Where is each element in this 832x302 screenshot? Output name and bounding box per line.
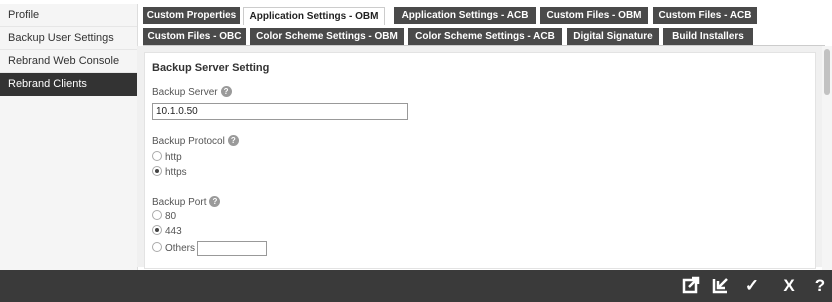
- radio-http-label: http: [165, 152, 182, 163]
- tab-custom-properties[interactable]: Custom Properties: [143, 7, 240, 24]
- help-icon[interactable]: ?: [209, 196, 221, 207]
- import-icon[interactable]: [711, 276, 731, 296]
- sidebar-item-rebrand-web-console[interactable]: Rebrand Web Console: [0, 50, 137, 73]
- save-check-icon[interactable]: ✓: [742, 276, 762, 296]
- cancel-x-icon[interactable]: X: [779, 276, 799, 296]
- export-icon[interactable]: [681, 276, 701, 296]
- backup-protocol-label-row: Backup Protocol?: [152, 135, 239, 147]
- backup-port-label-row: Backup Port?: [152, 196, 221, 208]
- backup-server-setting-card: Backup Server Setting Backup Server? Bac…: [144, 52, 816, 269]
- others-port-input[interactable]: [197, 241, 268, 256]
- radio-port-others[interactable]: [152, 242, 162, 253]
- radio-port-80-label: 80: [165, 211, 177, 222]
- sidebar-item-rebrand-clients[interactable]: Rebrand Clients: [0, 73, 137, 96]
- port-option-80[interactable]: 80: [152, 210, 176, 222]
- radio-https[interactable]: [152, 166, 162, 176]
- tab-color-scheme-settings-obm[interactable]: Color Scheme Settings - OBM: [250, 28, 404, 45]
- radio-https-label: https: [165, 167, 187, 178]
- help-icon[interactable]: ?: [810, 276, 830, 296]
- backup-server-label-row: Backup Server?: [152, 86, 232, 98]
- protocol-option-https[interactable]: https: [152, 166, 187, 178]
- tab-digital-signature[interactable]: Digital Signature: [567, 28, 659, 45]
- radio-port-443-label: 443: [165, 226, 182, 237]
- port-option-443[interactable]: 443: [152, 225, 182, 237]
- tab-application-settings-acb[interactable]: Application Settings - ACB: [394, 7, 536, 24]
- tab-custom-files-obc[interactable]: Custom Files - OBC: [143, 28, 246, 45]
- radio-port-others-label: Others: [165, 243, 196, 255]
- protocol-option-http[interactable]: http: [152, 151, 182, 163]
- radio-port-443[interactable]: [152, 225, 162, 235]
- radio-port-80[interactable]: [152, 210, 162, 220]
- footer-toolbar: ✓ X ?: [0, 270, 832, 302]
- tab-application-settings-obm[interactable]: Application Settings - OBM: [243, 7, 385, 25]
- tab-color-scheme-settings-acb[interactable]: Color Scheme Settings - ACB: [408, 28, 562, 45]
- sidebar-item-backup-user-settings[interactable]: Backup User Settings: [0, 27, 137, 50]
- backup-server-label: Backup Server: [152, 87, 218, 98]
- help-icon[interactable]: ?: [227, 135, 239, 146]
- content-panel: Backup Server Setting Backup Server? Bac…: [137, 46, 822, 269]
- sidebar-item-profile[interactable]: Profile: [0, 4, 137, 27]
- radio-http[interactable]: [152, 151, 162, 161]
- tab-custom-files-acb[interactable]: Custom Files - ACB: [653, 7, 757, 24]
- tab-build-installers[interactable]: Build Installers: [663, 28, 753, 45]
- section-title: Backup Server Setting: [152, 62, 270, 74]
- help-icon[interactable]: ?: [220, 86, 232, 97]
- port-option-others[interactable]: Others: [152, 241, 268, 256]
- tab-custom-files-obm[interactable]: Custom Files - OBM: [540, 7, 648, 24]
- scrollbar-thumb[interactable]: [824, 49, 830, 95]
- backup-protocol-label: Backup Protocol: [152, 136, 225, 147]
- sidebar: Profile Backup User Settings Rebrand Web…: [0, 4, 138, 270]
- backup-port-label: Backup Port: [152, 197, 207, 208]
- backup-server-input[interactable]: [152, 103, 408, 120]
